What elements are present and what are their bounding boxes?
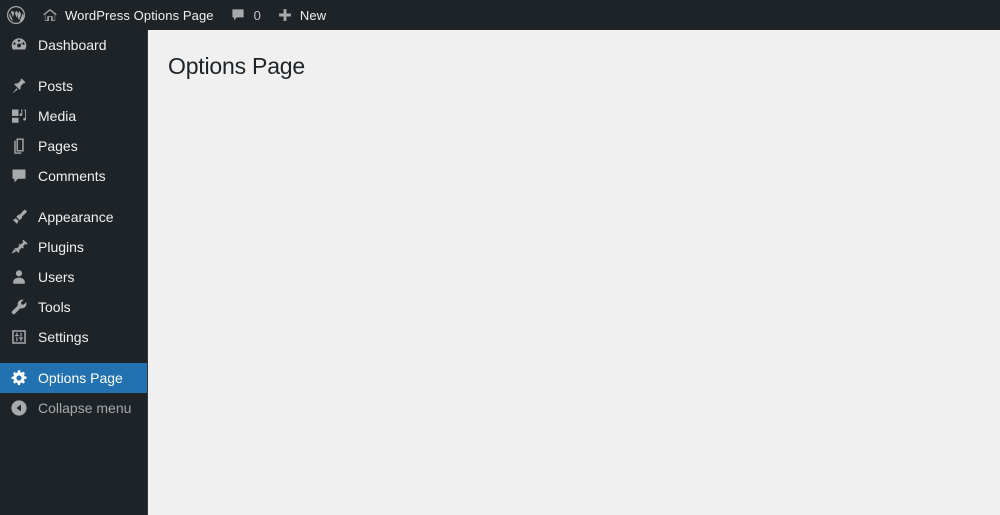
sidebar-item-label: Media xyxy=(38,108,77,124)
menu-separator xyxy=(0,352,147,363)
sidebar-item-label: Appearance xyxy=(38,209,114,225)
admin-bar: WordPress Options Page 0 New xyxy=(0,0,1000,30)
comment-bubble-icon xyxy=(230,7,246,23)
sidebar-item-label: Settings xyxy=(38,329,89,345)
pages-icon xyxy=(9,136,29,156)
sidebar-item-label: Tools xyxy=(38,299,71,315)
home-icon xyxy=(42,7,58,23)
sidebar-item-settings[interactable]: Settings xyxy=(0,322,147,352)
sliders-icon xyxy=(9,327,29,347)
new-content-label: New xyxy=(299,7,327,23)
sidebar-item-plugins[interactable]: Plugins xyxy=(0,232,147,262)
comment-bubble-icon xyxy=(9,166,29,186)
comments-count: 0 xyxy=(253,7,261,23)
dashboard-gauge-icon xyxy=(9,35,29,55)
sidebar-item-posts[interactable]: Posts xyxy=(0,71,147,101)
current-menu-arrow xyxy=(139,369,148,387)
plug-icon xyxy=(9,237,29,257)
collapse-arrow-icon xyxy=(9,398,29,418)
admin-menu: Dashboard Posts Media Pages Comments App… xyxy=(0,30,147,423)
sidebar-item-label: Plugins xyxy=(38,239,84,255)
wordpress-logo-button[interactable] xyxy=(0,0,34,30)
site-name-button[interactable]: WordPress Options Page xyxy=(34,0,222,30)
sidebar-item-users[interactable]: Users xyxy=(0,262,147,292)
admin-sidebar: Dashboard Posts Media Pages Comments App… xyxy=(0,30,148,515)
site-name-label: WordPress Options Page xyxy=(65,7,214,23)
menu-separator xyxy=(0,191,147,202)
sidebar-item-appearance[interactable]: Appearance xyxy=(0,202,147,232)
wordpress-logo-icon xyxy=(6,5,26,25)
collapse-menu-label: Collapse menu xyxy=(38,400,132,416)
user-icon xyxy=(9,267,29,287)
page-title: Options Page xyxy=(168,53,305,79)
sidebar-item-comments[interactable]: Comments xyxy=(0,161,147,191)
paintbrush-icon xyxy=(9,207,29,227)
new-content-button[interactable]: New xyxy=(269,0,334,30)
menu-separator xyxy=(0,60,147,71)
sidebar-item-label: Dashboard xyxy=(38,37,107,53)
sidebar-item-label: Posts xyxy=(38,78,74,94)
plus-icon xyxy=(277,7,293,23)
wrench-icon xyxy=(9,297,29,317)
pushpin-icon xyxy=(9,76,29,96)
sidebar-item-label: Comments xyxy=(38,168,106,184)
gear-icon xyxy=(9,368,29,388)
sidebar-item-pages[interactable]: Pages xyxy=(0,131,147,161)
sidebar-item-label: Options Page xyxy=(38,370,123,386)
sidebar-item-media[interactable]: Media xyxy=(0,101,147,131)
media-icon xyxy=(9,106,29,126)
sidebar-item-label: Pages xyxy=(38,138,78,154)
sidebar-item-dashboard[interactable]: Dashboard xyxy=(0,30,147,60)
comments-button[interactable]: 0 xyxy=(222,0,269,30)
sidebar-item-tools[interactable]: Tools xyxy=(0,292,147,322)
sidebar-item-options-page[interactable]: Options Page xyxy=(0,363,147,393)
sidebar-item-label: Users xyxy=(38,269,75,285)
collapse-menu-button[interactable]: Collapse menu xyxy=(0,393,147,423)
content-area: Options Page xyxy=(148,30,1000,515)
